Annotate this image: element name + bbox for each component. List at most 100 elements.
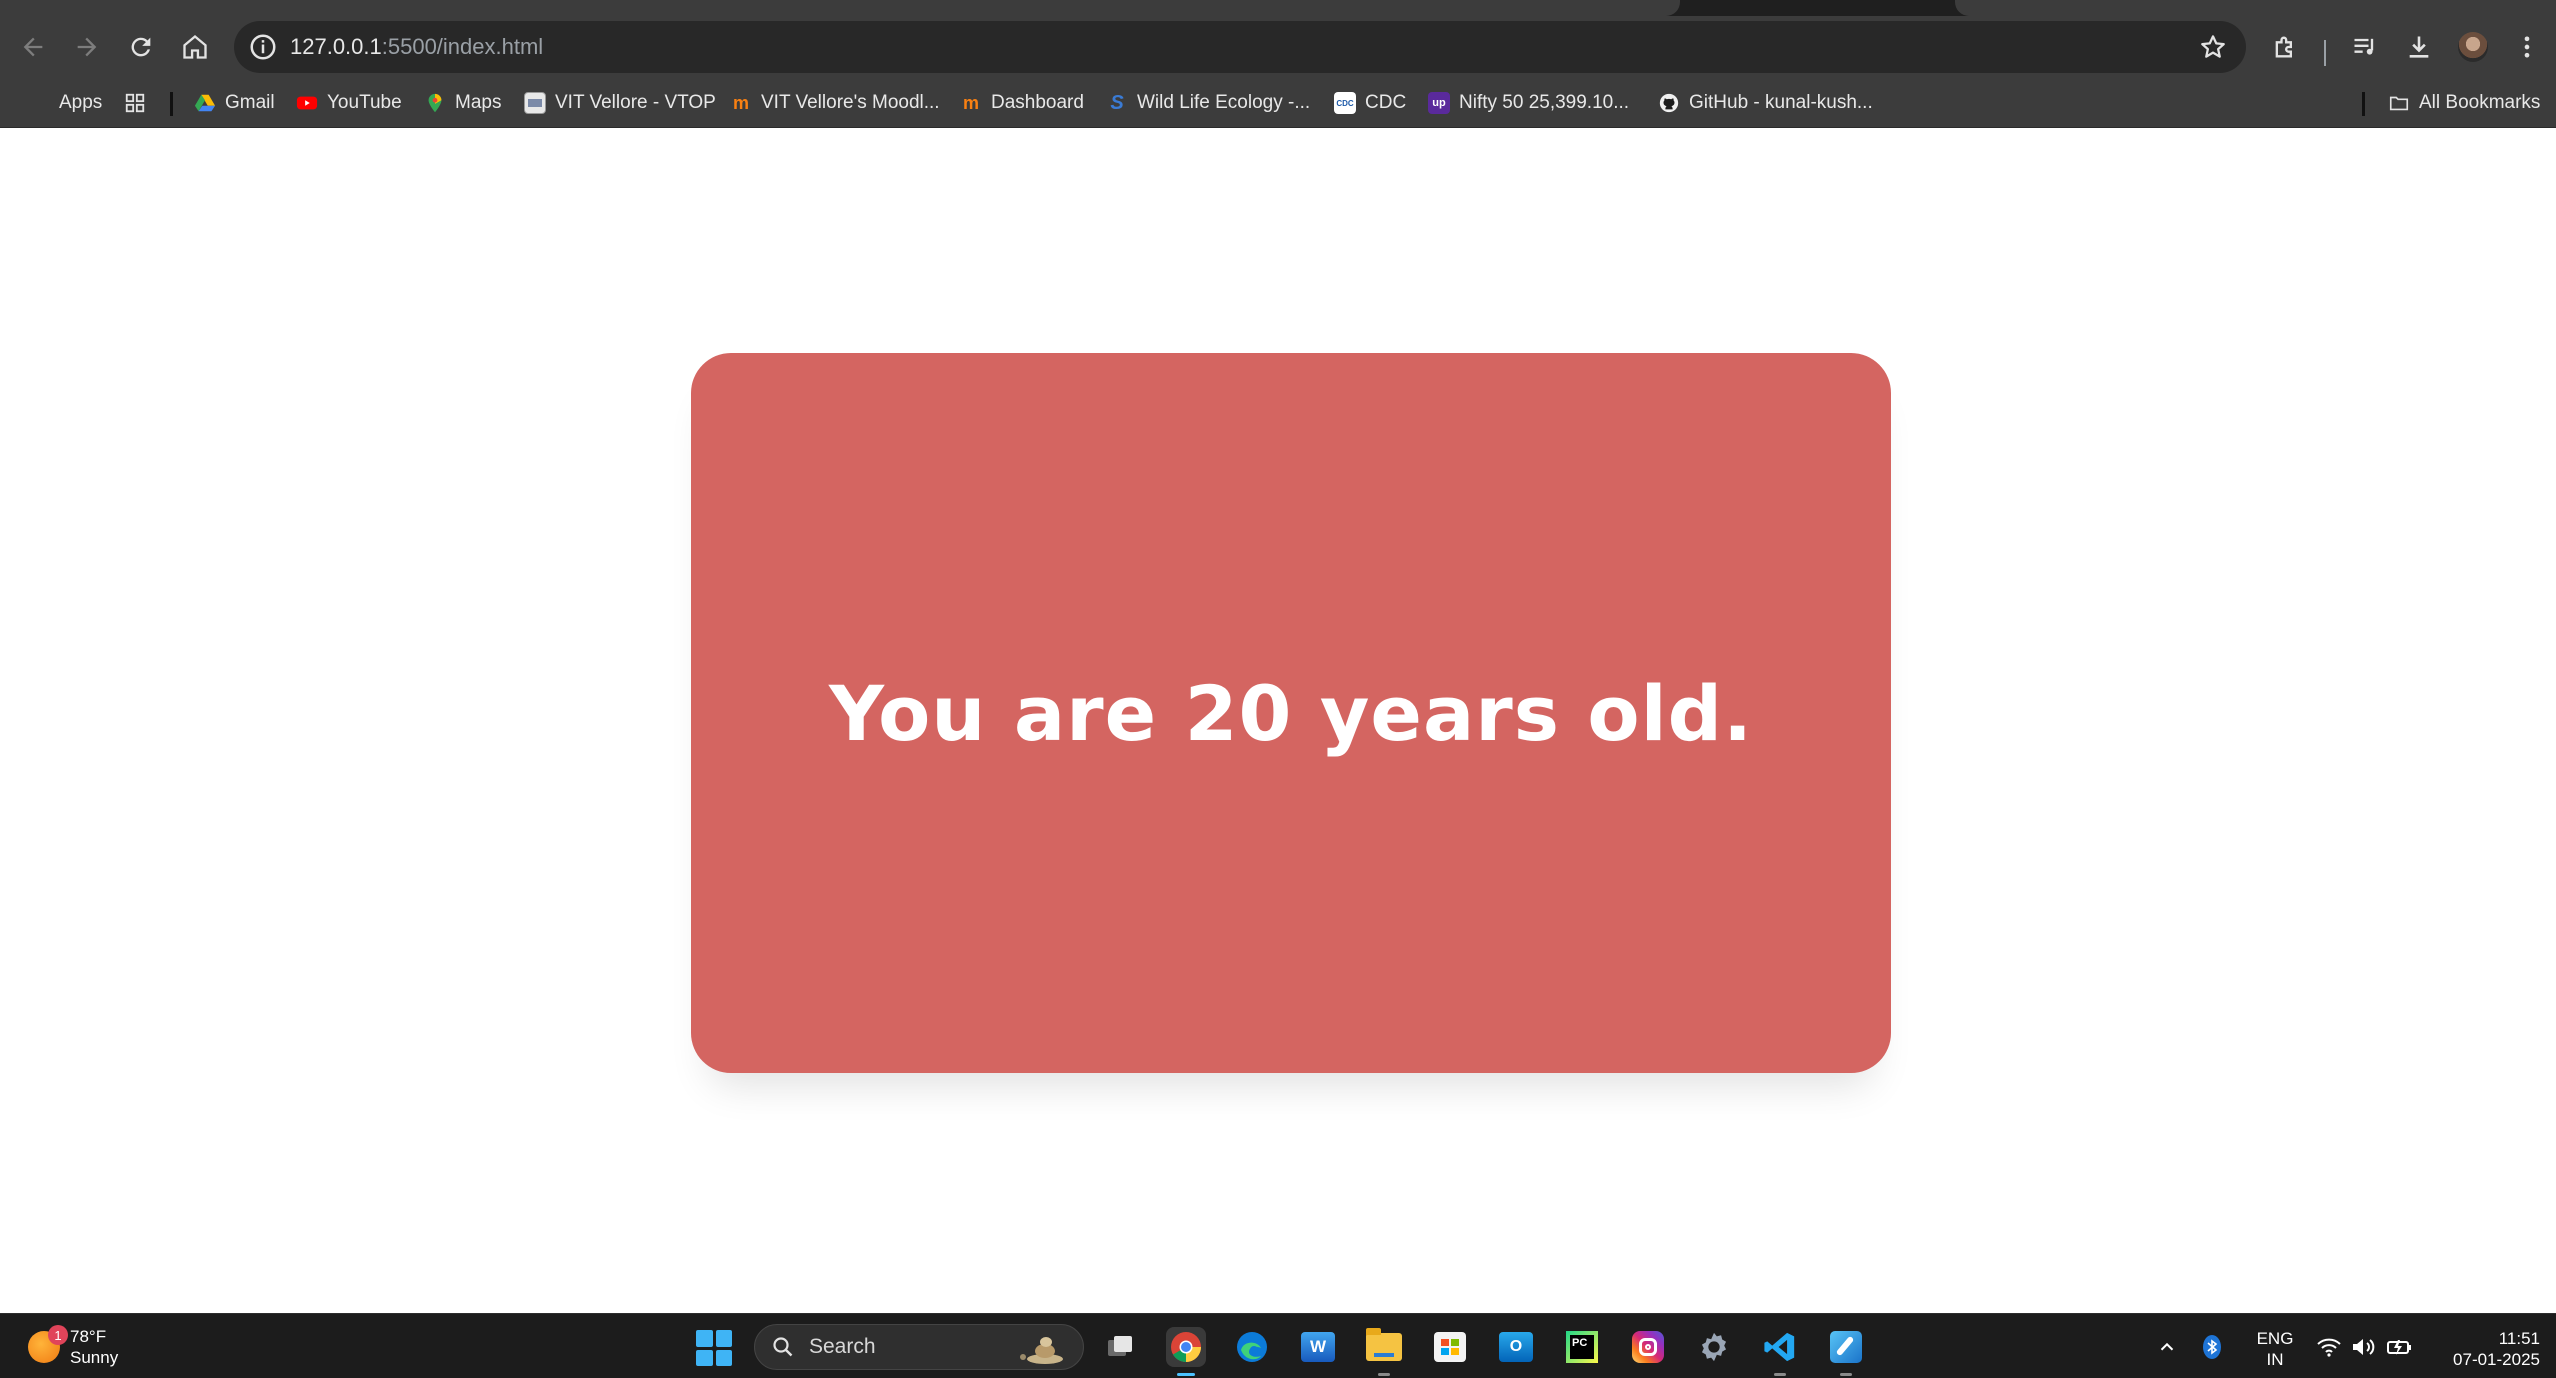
folder-icon: [1366, 1328, 1402, 1361]
moodle-icon: m: [962, 92, 979, 113]
word-icon: W: [1301, 1332, 1335, 1362]
taskbar-word[interactable]: W: [1298, 1327, 1338, 1367]
bookmark-maps[interactable]: Maps: [424, 78, 501, 128]
all-bookmarks-button[interactable]: All Bookmarks: [2388, 78, 2540, 128]
playlist-icon: [2354, 38, 2374, 55]
taskbar-pycharm[interactable]: PC: [1562, 1327, 1602, 1367]
s-icon: S: [1110, 91, 1124, 114]
battery-icon[interactable]: [2386, 1336, 2414, 1358]
avatar: [2458, 32, 2488, 62]
bookmark-label: VIT Vellore's Moodl...: [761, 92, 940, 113]
bookmark-star-icon[interactable]: [2198, 32, 2228, 62]
age-message: You are 20 years old.: [829, 668, 1753, 758]
weather-temp: 78°F: [70, 1327, 107, 1346]
taskbar-chrome[interactable]: [1166, 1327, 1206, 1376]
all-bookmarks-label: All Bookmarks: [2419, 92, 2541, 113]
browser-menu-button[interactable]: [2504, 24, 2550, 70]
volume-icon[interactable]: [2350, 1336, 2376, 1358]
forward-button[interactable]: [64, 24, 110, 70]
taskbar-task-view[interactable]: [1100, 1327, 1140, 1367]
tab-groups-icon: [125, 93, 145, 113]
bookmark-dashboard[interactable]: m Dashboard: [960, 78, 1084, 128]
bookmark-label: Gmail: [225, 92, 275, 113]
puzzle-icon: [2275, 36, 2292, 58]
browser-tab[interactable]: [1955, 0, 2556, 16]
clock-date: 07-01-2025: [2453, 1350, 2540, 1369]
start-button[interactable]: [696, 1330, 732, 1366]
bookmark-divider: [170, 92, 173, 116]
store-icon: [1434, 1332, 1466, 1362]
chrome-icon: [1171, 1332, 1201, 1362]
bluetooth-icon[interactable]: [2200, 1334, 2224, 1360]
upstox-icon: up: [1428, 92, 1450, 114]
browser-toolbar: 127.0.0.1:5500/index.html: [0, 16, 2556, 78]
reload-button[interactable]: [118, 24, 164, 70]
tab-groups-button[interactable]: [124, 78, 146, 128]
youtube-icon: [296, 96, 318, 110]
search-highlight-icon: [1020, 1337, 1063, 1364]
address-bar[interactable]: 127.0.0.1:5500/index.html: [234, 21, 2246, 73]
vscode-icon: [1764, 1332, 1795, 1362]
clock-time: 11:51: [2498, 1329, 2540, 1348]
outlook-icon: O: [1499, 1332, 1533, 1362]
home-button[interactable]: [172, 24, 218, 70]
downloads-button[interactable]: [2396, 24, 2442, 70]
bookmark-moodle[interactable]: m VIT Vellore's Moodl...: [730, 78, 940, 128]
bookmark-github[interactable]: GitHub - kunal-kush...: [1658, 78, 1873, 128]
bookmark-vtop[interactable]: VIT Vellore - VTOP: [524, 78, 716, 128]
weather-widget[interactable]: 1 78°F Sunny: [28, 1324, 118, 1370]
taskbar-edge[interactable]: [1232, 1327, 1272, 1367]
taskbar-search[interactable]: Search: [754, 1324, 1084, 1370]
bookmark-nifty[interactable]: up Nifty 50 25,399.10...: [1428, 78, 1629, 128]
gear-icon: [1701, 1332, 1727, 1362]
taskbar-instagram[interactable]: [1628, 1327, 1668, 1367]
back-arrow-icon: [23, 37, 43, 57]
windows-taskbar: 1 78°F Sunny Search W O PC ENG IN 11:51 …: [0, 1313, 2556, 1378]
media-controls-button[interactable]: [2342, 24, 2388, 70]
search-icon: [773, 1337, 793, 1357]
site-info-icon[interactable]: [248, 32, 278, 62]
input-language[interactable]: ENG IN: [2252, 1328, 2298, 1370]
reload-icon: [131, 37, 151, 57]
back-button[interactable]: [10, 24, 56, 70]
google-drive-icon: [194, 94, 216, 112]
url-host: 127.0.0.1: [290, 34, 382, 59]
chevron-up-icon[interactable]: [2156, 1336, 2178, 1358]
bookmark-label: VIT Vellore - VTOP: [555, 92, 716, 113]
search-label: Search: [809, 1335, 876, 1358]
extensions-button[interactable]: [2262, 24, 2308, 70]
taskbar-outlook[interactable]: O: [1496, 1327, 1536, 1367]
folder-icon: [2389, 96, 2409, 111]
bookmarks-bar: Apps Gmail YouTube Maps VIT Vellore - VT…: [0, 78, 2556, 128]
tab-strip: [0, 0, 2556, 16]
weather-desc: Sunny: [70, 1348, 119, 1367]
system-clock[interactable]: 11:51 07-01-2025: [2430, 1328, 2540, 1370]
url-text[interactable]: 127.0.0.1:5500/index.html: [290, 33, 543, 61]
taskbar-paint[interactable]: [1826, 1327, 1866, 1376]
wifi-icon[interactable]: [2316, 1336, 2342, 1358]
lang-line2: IN: [2266, 1350, 2284, 1369]
bookmark-gmail[interactable]: Gmail: [194, 78, 275, 128]
windows-logo-icon: [696, 1330, 713, 1347]
bookmark-cdc[interactable]: CDC CDC: [1334, 78, 1406, 128]
bookmark-label: Maps: [455, 92, 502, 113]
page-viewport: You are 20 years old.: [0, 128, 2556, 1313]
home-icon: [183, 34, 207, 59]
github-icon: [1659, 93, 1679, 113]
bookmark-divider: [2362, 92, 2365, 116]
active-tab[interactable]: [0, 0, 1680, 16]
notification-badge: 1: [48, 1325, 68, 1345]
bookmark-apps[interactable]: Apps: [28, 78, 102, 128]
toolbar-divider: [2324, 40, 2326, 66]
bookmark-label: YouTube: [327, 92, 402, 113]
profile-button[interactable]: [2450, 24, 2496, 70]
bookmark-wildlife[interactable]: S Wild Life Ecology -...: [1106, 78, 1310, 128]
taskbar-vscode[interactable]: [1760, 1327, 1800, 1376]
forward-arrow-icon: [77, 37, 97, 57]
taskbar-file-explorer[interactable]: [1364, 1327, 1404, 1376]
taskbar-settings[interactable]: [1694, 1327, 1734, 1367]
taskbar-store[interactable]: [1430, 1327, 1470, 1367]
maps-pin-icon: [428, 93, 442, 113]
bookmark-youtube[interactable]: YouTube: [296, 78, 402, 128]
url-path: :5500/index.html: [381, 34, 544, 59]
